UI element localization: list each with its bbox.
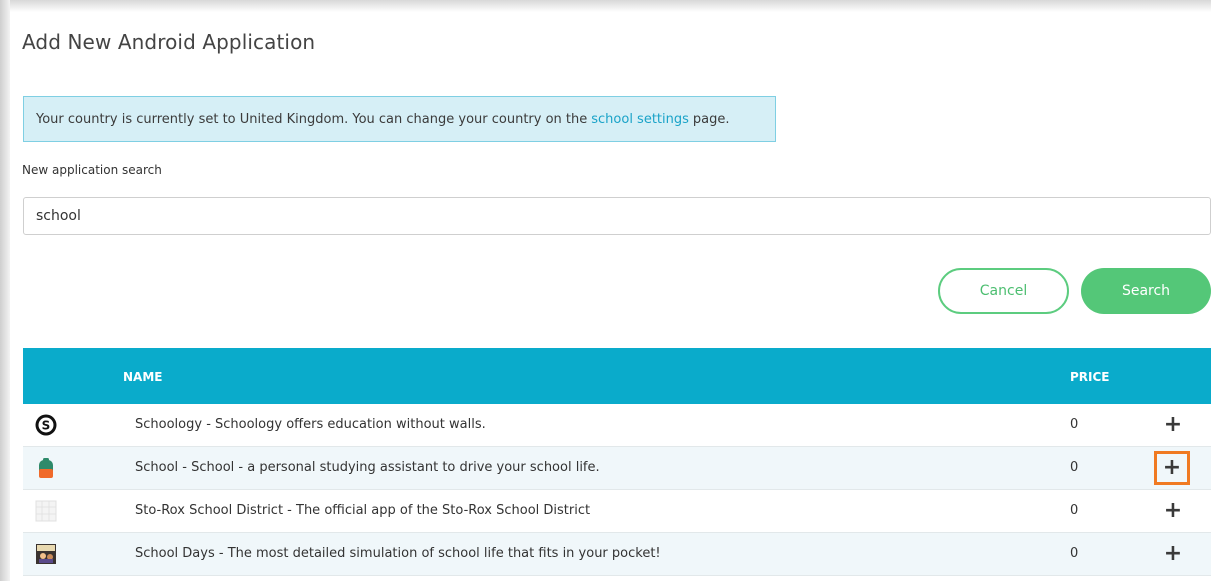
table-row: Sto-Rox School District - The official a… xyxy=(23,490,1211,533)
table-row: School - School - a personal studying as… xyxy=(23,447,1211,490)
column-header-price: PRICE xyxy=(1070,370,1110,384)
app-price: 0 xyxy=(1070,460,1079,475)
schoology-icon: S xyxy=(35,414,57,436)
app-name: School Days - The most detailed simulati… xyxy=(135,546,661,561)
page-container: Add New Android Application Your country… xyxy=(10,12,1211,581)
cancel-button[interactable]: Cancel xyxy=(938,268,1069,314)
notice-text-end: page. xyxy=(692,111,730,127)
search-label: New application search xyxy=(22,163,162,177)
add-app-button[interactable]: + xyxy=(1154,451,1190,485)
school-backpack-icon xyxy=(39,458,53,478)
app-price: 0 xyxy=(1070,417,1079,432)
window-shadow-top xyxy=(0,0,1211,12)
table-row: S Schoology - Schoology offers education… xyxy=(23,404,1211,447)
window-shadow-left xyxy=(0,0,10,581)
table-header: NAME PRICE xyxy=(23,348,1211,404)
app-name: School - School - a personal studying as… xyxy=(135,460,600,475)
notice-text: Your country is currently set to United … xyxy=(36,111,588,127)
page-title: Add New Android Application xyxy=(22,30,316,54)
school-settings-link[interactable]: school settings xyxy=(591,112,689,127)
sto-rox-placeholder-icon xyxy=(35,500,57,522)
add-app-button[interactable]: + xyxy=(1160,413,1186,437)
results-table: NAME PRICE S Schoology - Schoology offer… xyxy=(23,348,1211,576)
app-name: Sto-Rox School District - The official a… xyxy=(135,503,591,518)
app-name: Schoology - Schoology offers education w… xyxy=(135,417,486,432)
country-notice: Your country is currently set to United … xyxy=(23,96,776,142)
search-button[interactable]: Search xyxy=(1081,268,1211,314)
school-days-icon xyxy=(36,544,56,564)
add-app-button[interactable]: + xyxy=(1160,499,1186,523)
search-input[interactable] xyxy=(23,197,1211,235)
app-price: 0 xyxy=(1070,503,1079,518)
table-row: School Days - The most detailed simulati… xyxy=(23,533,1211,576)
column-header-name: NAME xyxy=(123,370,163,384)
svg-text:S: S xyxy=(42,419,51,433)
add-app-button[interactable]: + xyxy=(1160,542,1186,566)
app-price: 0 xyxy=(1070,546,1079,561)
